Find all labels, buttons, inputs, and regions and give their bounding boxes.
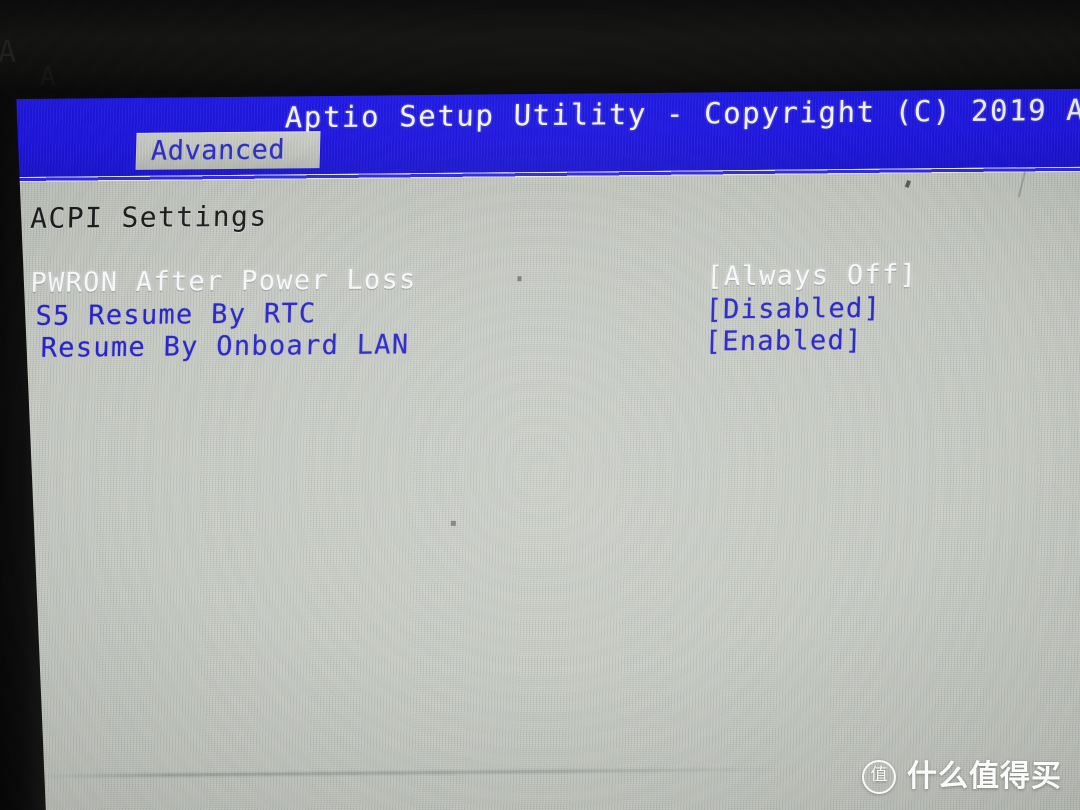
setting-row[interactable]: S5 Resume By RTC [Disabled] xyxy=(35,293,881,332)
setting-label: S5 Resume By RTC xyxy=(35,298,317,332)
setting-label: Resume By Onboard LAN xyxy=(40,329,410,364)
setting-value[interactable]: [Disabled] xyxy=(705,293,881,326)
screen-surface: Aptio Setup Utility - Copyright (C) 2019… xyxy=(0,0,1080,810)
section-title: ACPI Settings xyxy=(29,199,269,235)
titlebar-text: Aptio Setup Utility - Copyright (C) 2019… xyxy=(284,92,1080,135)
setting-row[interactable]: Resume By Onboard LAN [Enabled] xyxy=(40,325,863,364)
screen-dust-speck xyxy=(517,276,522,282)
setting-label: PWRON After Power Loss xyxy=(30,264,418,299)
screen-dust-speck xyxy=(450,520,456,526)
setting-value[interactable]: [Always Off] xyxy=(706,259,918,292)
setting-row[interactable]: PWRON After Power Loss [Always Off] xyxy=(30,259,917,299)
bios-photo-stage: A A Aptio Setup Utility - Copyright (C) … xyxy=(0,0,1080,810)
tab-advanced-label[interactable]: Advanced xyxy=(151,134,286,166)
setup-body-panel xyxy=(0,159,1080,810)
setting-value[interactable]: [Enabled] xyxy=(704,325,863,358)
